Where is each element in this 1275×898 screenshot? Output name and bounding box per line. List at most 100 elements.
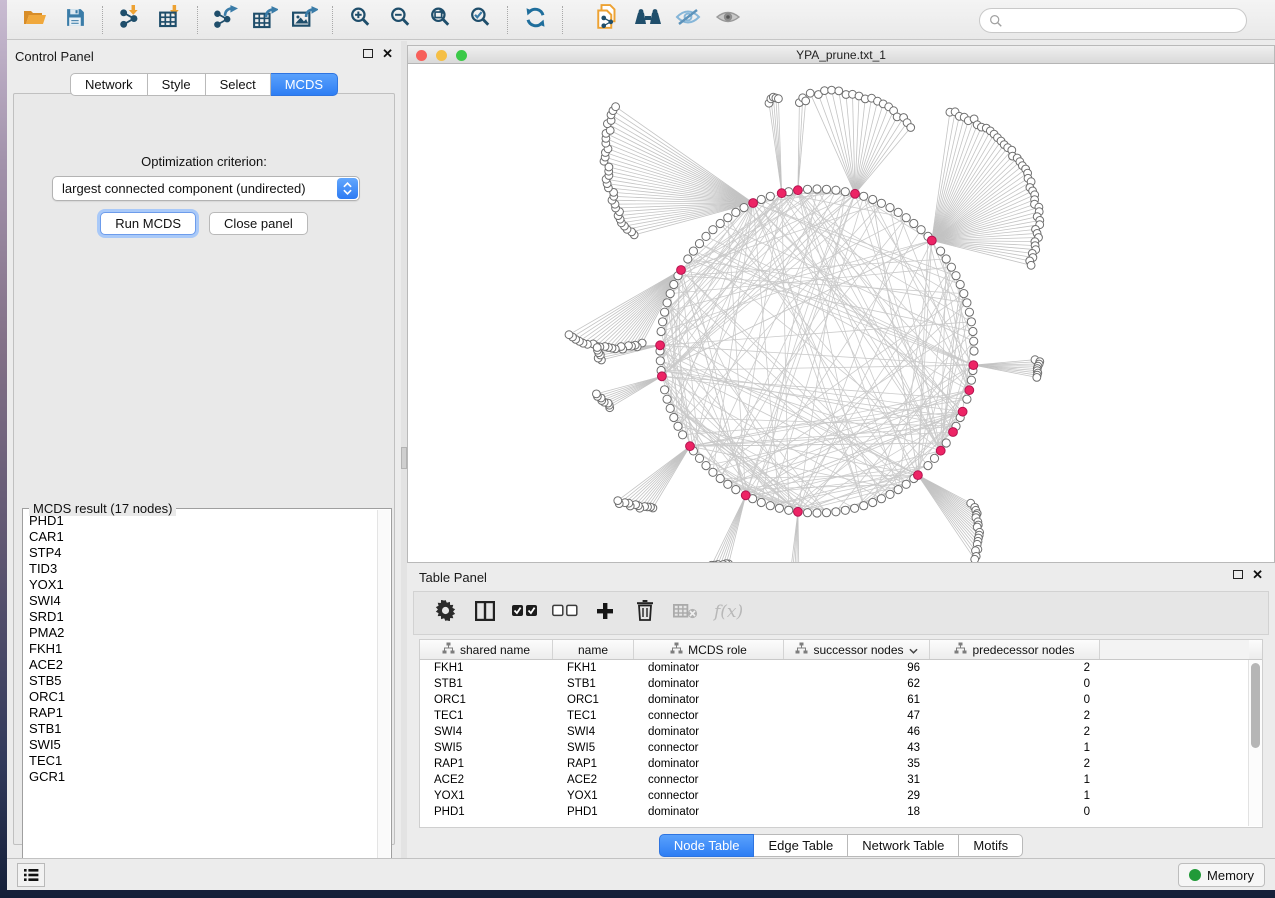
zoom-fit-button[interactable] — [420, 3, 460, 37]
table-row[interactable]: ACE2ACE2connector311 — [420, 772, 1249, 788]
panel-list-button[interactable] — [17, 863, 45, 887]
cell-shared-name[interactable]: ACE2 — [420, 772, 553, 788]
mcds-result-item[interactable]: TEC1 — [23, 753, 378, 769]
mcds-result-item[interactable]: PMA2 — [23, 625, 378, 641]
gear-button[interactable] — [432, 599, 458, 627]
duplicate-network-button[interactable] — [588, 3, 628, 37]
mcds-result-item[interactable]: SWI4 — [23, 593, 378, 609]
mcds-result-item[interactable]: TID3 — [23, 561, 378, 577]
table-row[interactable]: ORC1ORC1dominator610 — [420, 692, 1249, 708]
export-network-button[interactable] — [205, 3, 245, 37]
mcds-result-item[interactable]: STB5 — [23, 673, 378, 689]
tab-node-table[interactable]: Node Table — [659, 834, 755, 857]
zoom-out-button[interactable] — [380, 3, 420, 37]
tab-network-table[interactable]: Network Table — [848, 834, 959, 857]
cell-shared-name[interactable]: PHD1 — [420, 804, 553, 820]
cell-name[interactable]: SWI5 — [553, 740, 634, 756]
tab-edge-table[interactable]: Edge Table — [754, 834, 848, 857]
table-row[interactable]: FKH1FKH1dominator962 — [420, 660, 1249, 676]
column-header-name[interactable]: name — [553, 640, 634, 659]
cell-name[interactable]: SWI4 — [553, 724, 634, 740]
cell-MCDS-role[interactable]: dominator — [634, 804, 784, 820]
close-table-panel-icon[interactable]: ✕ — [1252, 570, 1263, 579]
cell-shared-name[interactable]: ORC1 — [420, 692, 553, 708]
tab-network[interactable]: Network — [70, 73, 148, 96]
table-row[interactable]: SWI5SWI5connector431 — [420, 740, 1249, 756]
cell-predecessor-nodes[interactable]: 2 — [930, 756, 1100, 772]
mcds-result-item[interactable]: ORC1 — [23, 689, 378, 705]
cell-predecessor-nodes[interactable]: 1 — [930, 740, 1100, 756]
run-mcds-button[interactable]: Run MCDS — [100, 212, 196, 235]
table-row[interactable]: SWI4SWI4dominator462 — [420, 724, 1249, 740]
import-network-button[interactable] — [110, 3, 150, 37]
mcds-result-item[interactable]: PHD1 — [23, 513, 378, 529]
memory-button[interactable]: Memory — [1178, 863, 1265, 887]
hide-selected-button[interactable] — [668, 3, 708, 37]
cell-predecessor-nodes[interactable]: 0 — [930, 804, 1100, 820]
cell-predecessor-nodes[interactable]: 2 — [930, 708, 1100, 724]
deselect-all-button[interactable] — [552, 599, 578, 627]
cell-predecessor-nodes[interactable]: 2 — [930, 724, 1100, 740]
tab-select[interactable]: Select — [206, 73, 271, 96]
float-panel-icon[interactable] — [363, 49, 373, 58]
close-panel-button[interactable]: Close panel — [209, 212, 308, 235]
show-all-button[interactable] — [708, 3, 748, 37]
cell-MCDS-role[interactable]: connector — [634, 788, 784, 804]
cell-MCDS-role[interactable]: dominator — [634, 692, 784, 708]
mcds-list-scrollbar[interactable] — [377, 510, 390, 880]
cell-name[interactable]: STB1 — [553, 676, 634, 692]
criterion-dropdown[interactable]: largest connected component (undirected) — [52, 176, 360, 201]
cell-successor-nodes[interactable]: 35 — [784, 756, 930, 772]
cell-successor-nodes[interactable]: 61 — [784, 692, 930, 708]
cell-successor-nodes[interactable]: 31 — [784, 772, 930, 788]
mcds-result-item[interactable]: YOX1 — [23, 577, 378, 593]
column-header-MCDS-role[interactable]: MCDS role — [634, 640, 784, 659]
table-row[interactable]: PHD1PHD1dominator180 — [420, 804, 1249, 820]
cell-MCDS-role[interactable]: connector — [634, 708, 784, 724]
mcds-result-item[interactable]: CAR1 — [23, 529, 378, 545]
table-row[interactable]: TEC1TEC1connector472 — [420, 708, 1249, 724]
network-titlebar[interactable]: YPA_prune.txt_1 — [408, 46, 1274, 64]
mcds-result-item[interactable]: GCR1 — [23, 769, 378, 785]
cell-name[interactable]: RAP1 — [553, 756, 634, 772]
cell-name[interactable]: TEC1 — [553, 708, 634, 724]
select-all-button[interactable] — [512, 599, 538, 627]
cell-successor-nodes[interactable]: 18 — [784, 804, 930, 820]
cell-shared-name[interactable]: RAP1 — [420, 756, 553, 772]
delete-column-button[interactable] — [632, 599, 658, 627]
cell-shared-name[interactable]: SWI4 — [420, 724, 553, 740]
cell-predecessor-nodes[interactable]: 0 — [930, 676, 1100, 692]
cell-successor-nodes[interactable]: 29 — [784, 788, 930, 804]
split-columns-button[interactable] — [472, 599, 498, 627]
table-scrollbar[interactable] — [1248, 660, 1262, 826]
tab-style[interactable]: Style — [148, 73, 206, 96]
cell-name[interactable]: ORC1 — [553, 692, 634, 708]
cell-predecessor-nodes[interactable]: 2 — [930, 660, 1100, 676]
cell-MCDS-role[interactable]: dominator — [634, 676, 784, 692]
table-row[interactable]: STB1STB1dominator620 — [420, 676, 1249, 692]
cell-shared-name[interactable]: STB1 — [420, 676, 553, 692]
cell-predecessor-nodes[interactable]: 1 — [930, 788, 1100, 804]
open-file-button[interactable] — [15, 3, 55, 37]
cell-MCDS-role[interactable]: dominator — [634, 724, 784, 740]
column-header-predecessor-nodes[interactable]: predecessor nodes — [930, 640, 1100, 659]
cell-successor-nodes[interactable]: 62 — [784, 676, 930, 692]
cell-MCDS-role[interactable]: dominator — [634, 756, 784, 772]
column-header-successor-nodes[interactable]: successor nodes — [784, 640, 930, 659]
table-scrollbar-thumb[interactable] — [1251, 663, 1260, 748]
add-column-button[interactable] — [592, 599, 618, 627]
mcds-result-item[interactable]: SWI5 — [23, 737, 378, 753]
zoom-selected-button[interactable] — [460, 3, 500, 37]
cell-MCDS-role[interactable]: connector — [634, 772, 784, 788]
cell-MCDS-role[interactable]: connector — [634, 740, 784, 756]
search-input[interactable] — [1003, 11, 1246, 31]
save-session-button[interactable] — [55, 3, 95, 37]
tab-mcds[interactable]: MCDS — [271, 73, 338, 96]
float-table-panel-icon[interactable] — [1233, 570, 1243, 579]
cell-name[interactable]: PHD1 — [553, 804, 634, 820]
table-row[interactable]: RAP1RAP1dominator352 — [420, 756, 1249, 772]
cell-name[interactable]: YOX1 — [553, 788, 634, 804]
first-neighbors-button[interactable] — [628, 3, 668, 37]
table-row[interactable]: YOX1YOX1connector291 — [420, 788, 1249, 804]
mcds-result-item[interactable]: SRD1 — [23, 609, 378, 625]
